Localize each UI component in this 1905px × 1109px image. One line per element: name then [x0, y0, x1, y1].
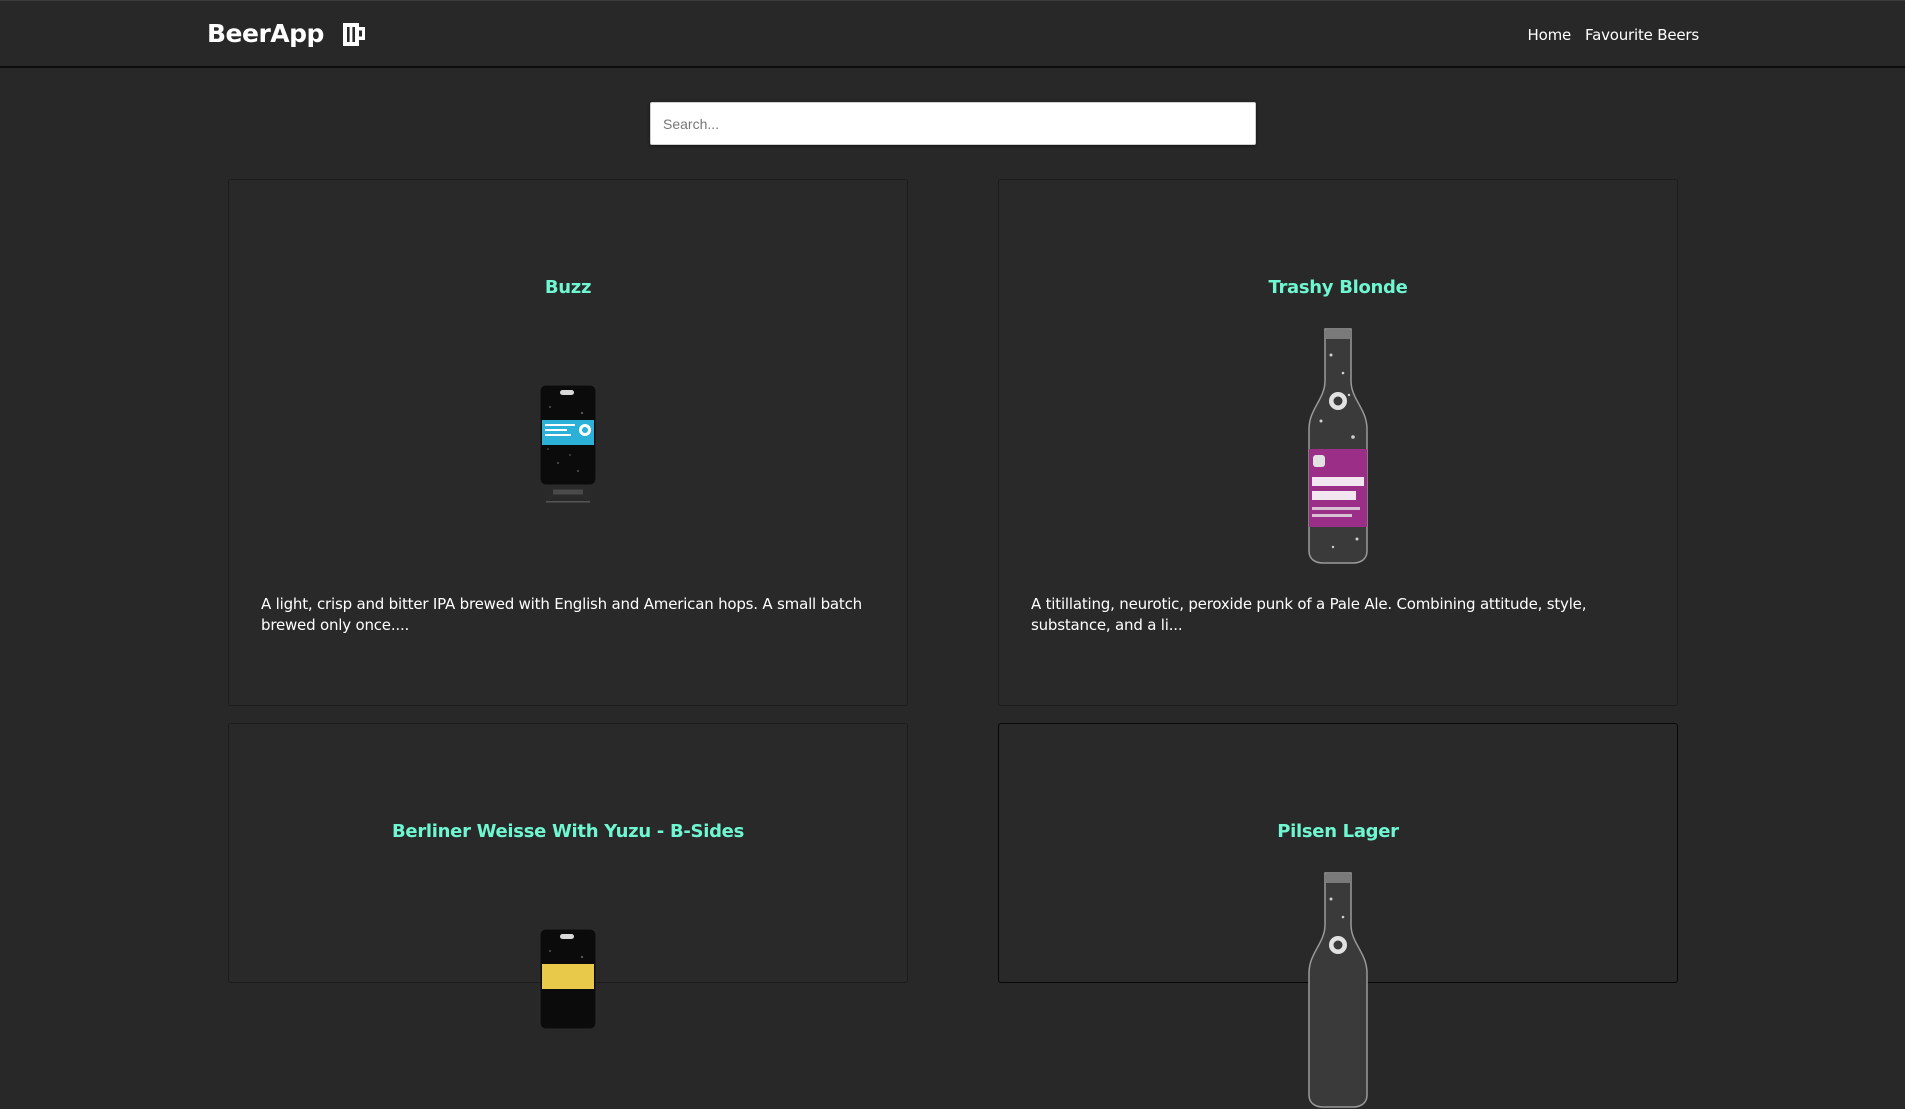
beer-card-trashy-blonde[interactable]: Trashy Blonde A titillating, neurotic, p… — [998, 179, 1678, 706]
beer-card-title: Trashy Blonde — [1268, 277, 1408, 298]
keg-can-icon — [539, 384, 597, 503]
beer-mug-icon — [342, 22, 365, 46]
beer-bottle-icon — [1308, 872, 1368, 1108]
beer-card-pilsen-lager[interactable]: Pilsen Lager — [998, 723, 1678, 1108]
nav-link-home[interactable]: Home — [1528, 26, 1572, 44]
beer-card-title: Berliner Weisse With Yuzu - B-Sides — [392, 821, 744, 842]
beer-card-buzz[interactable]: Buzz A light, crisp and bitter IPA brewe… — [228, 179, 908, 706]
keg-can-icon — [539, 928, 597, 1030]
beer-card-description: A titillating, neurotic, peroxide punk o… — [1031, 595, 1587, 634]
nav-links: Home Favourite Beers — [1514, 26, 1700, 44]
beer-card-title: Pilsen Lager — [1277, 821, 1399, 842]
brand-name: BeerApp — [207, 19, 324, 48]
nav-link-favourite-beers[interactable]: Favourite Beers — [1585, 26, 1699, 44]
search-input[interactable] — [650, 102, 1256, 145]
navbar: BeerApp Home Favourite Beers — [0, 0, 1905, 68]
beer-card-title: Buzz — [544, 277, 592, 298]
beer-card-description: A light, crisp and bitter IPA brewed wit… — [261, 595, 862, 634]
brand[interactable]: BeerApp — [207, 19, 368, 48]
beer-card-berliner-weisse[interactable]: Berliner Weisse With Yuzu - B-Sides — [228, 723, 908, 1030]
beer-bottle-icon — [1308, 328, 1368, 564]
